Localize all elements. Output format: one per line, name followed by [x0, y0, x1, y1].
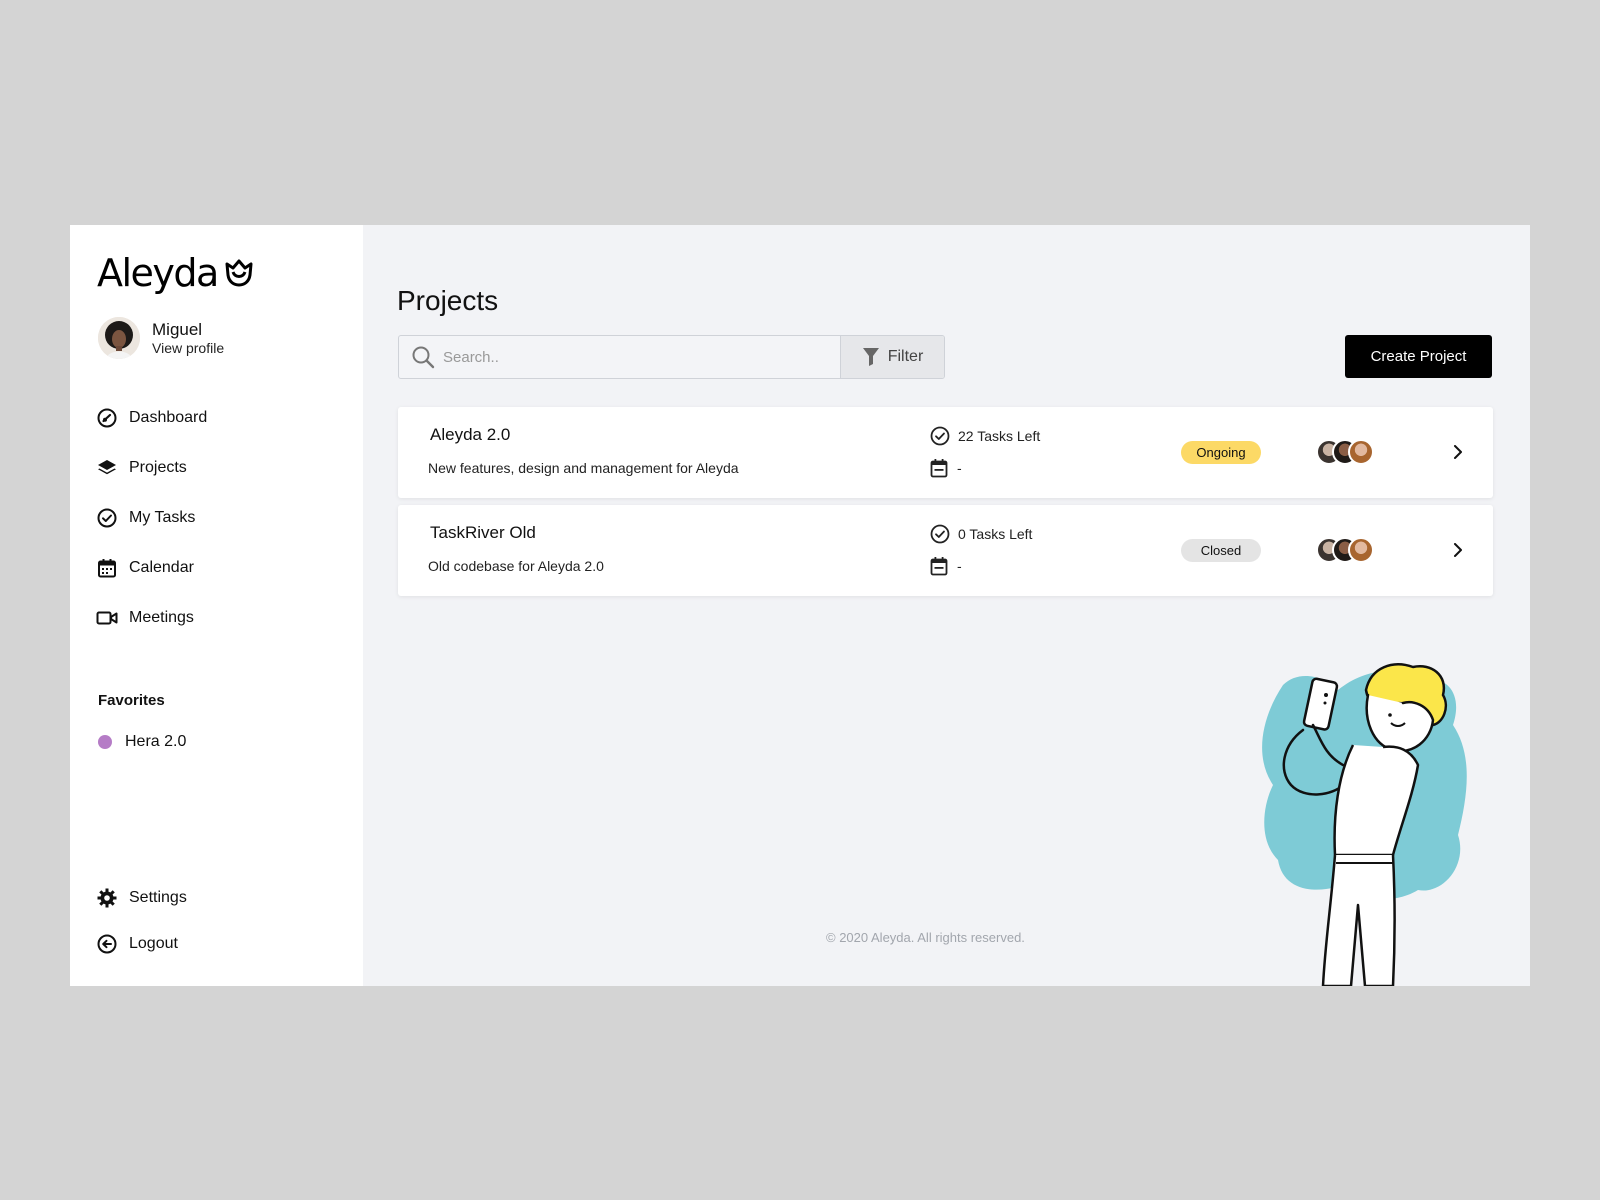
nav-label: Dashboard	[129, 409, 208, 426]
project-list: Aleyda 2.0 New features, design and mana…	[398, 407, 1493, 603]
member-avatars[interactable]	[1316, 439, 1374, 465]
dashboard-gauge-icon	[96, 407, 118, 429]
tulip-logo-icon	[225, 259, 253, 287]
nav-label: My Tasks	[129, 509, 196, 526]
project-row[interactable]: TaskRiver Old Old codebase for Aleyda 2.…	[398, 505, 1493, 596]
project-date-label: -	[957, 460, 962, 476]
search-input[interactable]	[443, 348, 803, 366]
layers-icon	[96, 457, 118, 479]
chevron-right-icon[interactable]	[1448, 539, 1468, 561]
avatar	[1348, 537, 1374, 563]
tasks-left-label: 0 Tasks Left	[958, 526, 1033, 542]
app-window: Aleyda Miguel View profile Dashboard Pro…	[70, 225, 1530, 986]
main-nav: Dashboard Projects My Tasks Calendar Mee…	[96, 393, 336, 643]
video-camera-icon	[96, 607, 118, 629]
nav-item-settings[interactable]: Settings	[96, 875, 336, 921]
project-description: Old codebase for Aleyda 2.0	[428, 558, 604, 574]
filter-label: Filter	[887, 348, 924, 365]
page-title: Projects	[397, 285, 499, 316]
project-date: -	[930, 556, 962, 576]
view-profile-link[interactable]: View profile	[152, 340, 224, 356]
tasks-left-label: 22 Tasks Left	[958, 428, 1041, 444]
user-profile[interactable]: Miguel View profile	[98, 317, 224, 359]
member-avatars[interactable]	[1316, 537, 1374, 563]
chevron-right-icon[interactable]	[1448, 441, 1468, 463]
project-date-label: -	[957, 558, 962, 574]
nav-item-projects[interactable]: Projects	[96, 443, 336, 493]
nav-item-meetings[interactable]: Meetings	[96, 593, 336, 643]
project-date: -	[930, 458, 962, 478]
favorite-label: Hera 2.0	[125, 733, 187, 750]
project-description: New features, design and management for …	[428, 460, 739, 476]
check-circle-icon	[930, 524, 950, 544]
project-row[interactable]: Aleyda 2.0 New features, design and mana…	[398, 407, 1493, 498]
project-name: Aleyda 2.0	[430, 425, 511, 444]
funnel-icon	[862, 348, 879, 366]
project-name: TaskRiver Old	[430, 523, 536, 542]
favorite-color-dot	[98, 735, 112, 749]
filter-button[interactable]: Filter	[840, 336, 944, 378]
nav-item-dashboard[interactable]: Dashboard	[96, 393, 336, 443]
user-photo-icon	[98, 317, 140, 359]
status-badge: Ongoing	[1181, 441, 1261, 464]
person-selfie-illustration	[1262, 663, 1467, 986]
nav-item-my-tasks[interactable]: My Tasks	[96, 493, 336, 543]
calendar-icon	[96, 557, 118, 579]
sidebar: Aleyda Miguel View profile Dashboard Pro…	[70, 225, 363, 986]
favorites-heading: Favorites	[98, 692, 165, 709]
create-project-button[interactable]: Create Project	[1345, 335, 1492, 378]
search-icon	[412, 346, 435, 369]
nav-label: Settings	[129, 889, 187, 906]
tasks-left: 0 Tasks Left	[930, 524, 1032, 544]
nav-label: Calendar	[129, 559, 194, 576]
nav-label: Meetings	[129, 609, 194, 626]
search-bar: Filter	[398, 335, 945, 379]
avatar[interactable]	[98, 317, 140, 359]
bottom-nav: Settings Logout	[96, 875, 336, 967]
nav-item-logout[interactable]: Logout	[96, 921, 336, 967]
profile-name: Miguel	[152, 320, 203, 339]
main-content: Projects Filter Create Project Aleyda 2.…	[363, 225, 1530, 986]
brand-logo[interactable]: Aleyda	[97, 251, 254, 295]
nav-label: Logout	[129, 935, 178, 952]
nav-label: Projects	[129, 459, 187, 476]
favorite-item-hera[interactable]: Hera 2.0	[98, 733, 186, 751]
check-circle-icon	[96, 507, 118, 529]
nav-item-calendar[interactable]: Calendar	[96, 543, 336, 593]
search-field[interactable]	[399, 336, 840, 378]
check-circle-icon	[930, 426, 950, 446]
copyright-footer: © 2020 Aleyda. All rights reserved.	[826, 930, 1025, 945]
logout-icon	[96, 933, 118, 955]
tasks-left: 22 Tasks Left	[930, 426, 1040, 446]
brand-name: Aleyda	[97, 251, 219, 295]
status-badge: Closed	[1181, 539, 1261, 562]
gear-icon	[96, 887, 118, 909]
calendar-icon	[930, 459, 948, 478]
calendar-icon	[930, 557, 948, 576]
avatar	[1348, 439, 1374, 465]
